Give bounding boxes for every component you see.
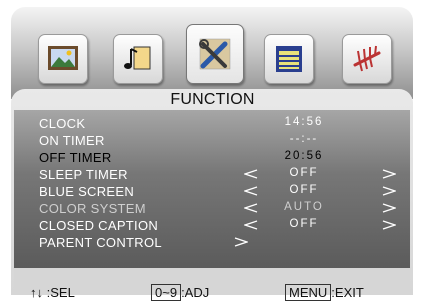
music-note-icon bbox=[124, 46, 151, 70]
arrow-left-icon[interactable] bbox=[244, 186, 258, 196]
select-hint-text: :SEL bbox=[43, 285, 75, 300]
up-down-arrows-icon: ↑↓ bbox=[30, 285, 43, 300]
tab-sound[interactable] bbox=[113, 34, 163, 84]
arrow-right-icon[interactable] bbox=[382, 220, 396, 230]
tools-icon bbox=[199, 38, 231, 70]
menu-item-list: CLOCK 14:56 ON TIMER --:-- OFF TIMER 20:… bbox=[14, 110, 410, 268]
osd-menu: FUNCTION CLOCK 14:56 ON TIMER --:-- OFF … bbox=[0, 0, 425, 302]
menu-item-label: OFF TIMER bbox=[39, 150, 112, 165]
menu-item-label: COLOR SYSTEM bbox=[39, 201, 146, 216]
adjust-hint-text: :ADJ bbox=[181, 285, 210, 300]
arrow-right-icon[interactable] bbox=[382, 186, 396, 196]
adjust-hint: 0~9:ADJ bbox=[151, 284, 210, 301]
arrow-right-icon[interactable] bbox=[382, 169, 396, 179]
menu-item-color-system[interactable]: COLOR SYSTEM AUTO bbox=[14, 201, 410, 216]
exit-hint: MENU:EXIT bbox=[285, 284, 364, 301]
arrow-right-icon[interactable] bbox=[234, 237, 248, 247]
tab-picture[interactable] bbox=[38, 34, 88, 84]
picture-icon bbox=[48, 46, 78, 70]
arrow-left-icon[interactable] bbox=[244, 169, 258, 179]
antenna-icon bbox=[353, 45, 381, 72]
menu-item-value: AUTO bbox=[284, 201, 324, 213]
menu-item-off-timer[interactable]: OFF TIMER 20:56 bbox=[14, 150, 410, 165]
menu-item-label: BLUE SCREEN bbox=[39, 184, 135, 199]
menu-item-on-timer[interactable]: ON TIMER --:-- bbox=[14, 133, 410, 148]
menu-item-closed-caption[interactable]: CLOSED CAPTION OFF bbox=[14, 218, 410, 233]
menu-item-label: CLOCK bbox=[39, 116, 86, 131]
menu-title: FUNCTION bbox=[170, 91, 255, 108]
menu-item-label: ON TIMER bbox=[39, 133, 105, 148]
panel-icon bbox=[276, 46, 302, 72]
menu-key-label: MENU bbox=[285, 284, 332, 301]
menu-item-label: CLOSED CAPTION bbox=[39, 218, 159, 233]
menu-item-label: SLEEP TIMER bbox=[39, 167, 128, 182]
menu-item-label: PARENT CONTROL bbox=[39, 235, 162, 250]
menu-item-value: 20:56 bbox=[284, 150, 324, 162]
arrow-right-icon[interactable] bbox=[382, 203, 396, 213]
tab-channel[interactable] bbox=[342, 34, 392, 84]
tab-function[interactable] bbox=[186, 24, 244, 84]
menu-item-blue-screen[interactable]: BLUE SCREEN OFF bbox=[14, 184, 410, 199]
menu-item-value: 14:56 bbox=[284, 116, 324, 128]
menu-item-sleep-timer[interactable]: SLEEP TIMER OFF bbox=[14, 167, 410, 182]
menu-item-value: --:-- bbox=[289, 133, 319, 145]
menu-item-clock[interactable]: CLOCK 14:56 bbox=[14, 116, 410, 131]
select-hint: ↑↓ :SEL bbox=[30, 285, 75, 300]
exit-hint-text: :EXIT bbox=[331, 285, 364, 300]
number-key-label: 0~9 bbox=[151, 284, 182, 301]
menu-item-value: OFF bbox=[289, 184, 319, 196]
menu-tab-bar bbox=[11, 7, 413, 99]
arrow-left-icon[interactable] bbox=[244, 203, 258, 213]
menu-item-parent-control[interactable]: PARENT CONTROL bbox=[14, 235, 410, 250]
tab-setup[interactable] bbox=[264, 34, 314, 84]
menu-item-value: OFF bbox=[289, 218, 319, 230]
menu-item-value: OFF bbox=[289, 167, 319, 179]
arrow-left-icon[interactable] bbox=[244, 220, 258, 230]
